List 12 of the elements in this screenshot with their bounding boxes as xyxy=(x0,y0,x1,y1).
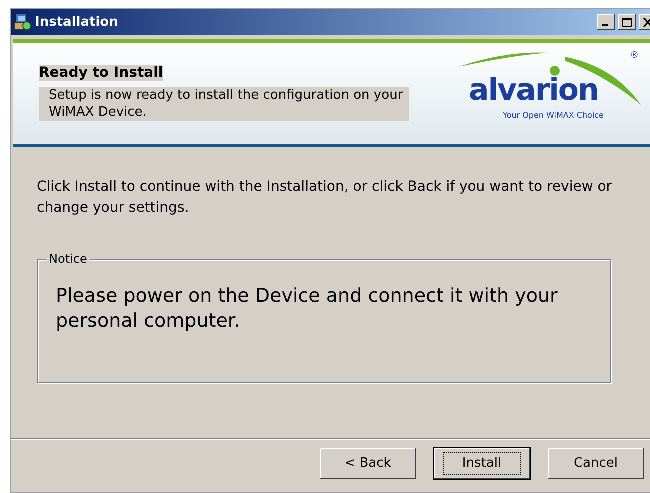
dialog-button[interactable]: Install xyxy=(434,448,530,479)
window-title: Installation xyxy=(35,14,120,30)
logo-text: alvarion xyxy=(469,73,598,108)
page-description: Setup is now ready to install the configuration on your WiMAX Device. xyxy=(39,87,409,121)
dialog-button[interactable]: < Back xyxy=(320,448,416,479)
registered-mark: ® xyxy=(630,51,639,61)
notice-text: Please power on the Device and connect it with your personal computer. xyxy=(56,284,559,334)
group-label: Notice xyxy=(46,252,90,266)
dialog-button[interactable]: Cancel xyxy=(548,448,644,479)
page-title: Ready to Install xyxy=(39,65,164,81)
logo-tagline: Your Open WiMAX Choice xyxy=(503,111,604,120)
instruction-text: Click Install to continue with the Installation, or click Back if you want to review or change your settings. xyxy=(37,178,614,218)
